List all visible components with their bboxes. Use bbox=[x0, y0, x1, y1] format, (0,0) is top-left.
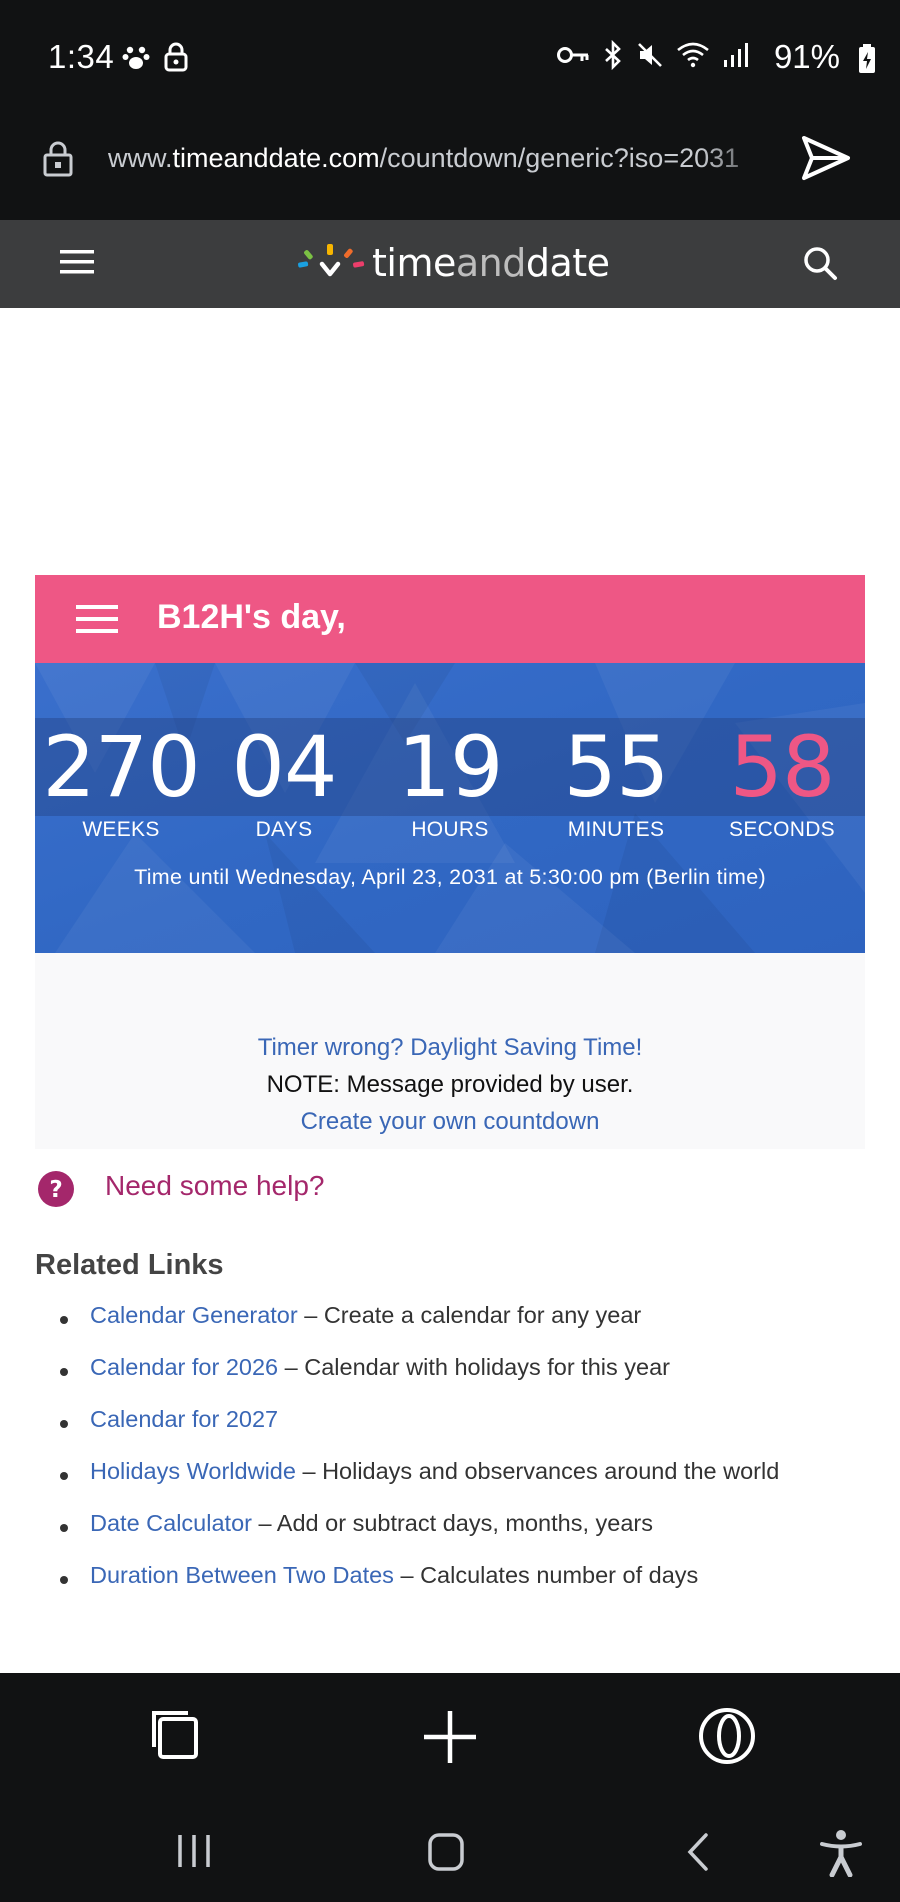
countdown-target-text: Time until Wednesday, April 23, 2031 at … bbox=[134, 865, 766, 889]
hours-value: 19 bbox=[397, 718, 504, 816]
system-nav-bar bbox=[0, 1801, 900, 1902]
site-logo[interactable]: timeanddate bbox=[296, 240, 610, 286]
tabs-icon[interactable] bbox=[146, 1709, 202, 1761]
plus-icon[interactable] bbox=[422, 1709, 478, 1765]
seconds-value: 58 bbox=[729, 718, 836, 816]
url-prefix: www. bbox=[108, 143, 173, 173]
countdown-hours: 19 HOURS bbox=[370, 718, 530, 842]
logo-mark-icon bbox=[296, 240, 366, 286]
user-note: NOTE: Message provided by user. bbox=[266, 1071, 634, 1098]
accessibility-icon[interactable] bbox=[820, 1829, 862, 1877]
note-panel: Timer wrong? Daylight Saving Time! NOTE:… bbox=[35, 953, 865, 1149]
countdown-days: 04 DAYS bbox=[204, 718, 364, 842]
paw-icon bbox=[122, 43, 150, 71]
countdown-seconds: 58 SECONDS bbox=[702, 718, 862, 842]
calendar-generator-link[interactable]: Calendar Generator bbox=[90, 1302, 298, 1328]
days-label: DAYS bbox=[255, 818, 313, 841]
search-icon[interactable] bbox=[802, 245, 838, 281]
secure-lock-icon[interactable] bbox=[42, 140, 74, 178]
opera-icon[interactable] bbox=[698, 1707, 756, 1765]
mute-icon bbox=[636, 41, 664, 69]
date-calculator-link[interactable]: Date Calculator bbox=[90, 1510, 252, 1536]
battery-icon bbox=[858, 44, 876, 74]
minutes-label: MINUTES bbox=[567, 818, 665, 841]
weeks-value: 270 bbox=[42, 718, 200, 816]
help-icon[interactable]: ? bbox=[37, 1170, 75, 1208]
home-icon[interactable] bbox=[428, 1833, 464, 1871]
status-bar: 1:34 91% bbox=[0, 0, 900, 118]
lock-icon bbox=[164, 42, 188, 72]
battery-level: 91% bbox=[773, 38, 840, 75]
recents-icon[interactable] bbox=[176, 1833, 212, 1869]
signal-icon bbox=[722, 42, 752, 68]
logo-text: timeanddate bbox=[372, 241, 610, 285]
url-field[interactable]: www.timeanddate.com/countdown/generic?is… bbox=[108, 143, 768, 174]
status-time: 1:34 bbox=[48, 38, 115, 75]
svg-text:?: ? bbox=[49, 1177, 62, 1203]
countdown-menu-icon[interactable] bbox=[76, 604, 118, 634]
days-value: 04 bbox=[231, 718, 338, 816]
send-icon[interactable] bbox=[800, 134, 852, 182]
browser-toolbar bbox=[0, 1673, 900, 1801]
calendar-2027-link[interactable]: Calendar for 2027 bbox=[90, 1406, 278, 1432]
help-link[interactable]: Need some help? bbox=[105, 1170, 324, 1202]
url-domain: timeanddate.com bbox=[172, 143, 380, 173]
hours-label: HOURS bbox=[411, 818, 489, 841]
url-path: /countdown/generic?iso=2031 bbox=[379, 143, 740, 173]
bluetooth-icon bbox=[602, 40, 624, 70]
countdown-panel: 270 WEEKS 04 DAYS 19 HOURS 55 MINUTES 58… bbox=[35, 663, 865, 953]
key-icon bbox=[556, 44, 590, 66]
create-countdown-link[interactable]: Create your own countdown bbox=[35, 1108, 865, 1136]
countdown-title: B12H's day, bbox=[157, 598, 346, 636]
wifi-icon bbox=[676, 41, 710, 69]
calendar-2026-link[interactable]: Calendar for 2026 bbox=[90, 1354, 278, 1380]
minutes-value: 55 bbox=[563, 718, 670, 816]
weeks-label: WEEKS bbox=[82, 818, 160, 841]
back-icon[interactable] bbox=[684, 1833, 712, 1871]
countdown-weeks: 270 WEEKS bbox=[41, 718, 201, 842]
related-links-title: Related Links bbox=[35, 1249, 224, 1281]
countdown-minutes: 55 MINUTES bbox=[536, 718, 696, 842]
site-menu-icon[interactable] bbox=[60, 248, 94, 276]
dst-link[interactable]: Timer wrong? Daylight Saving Time! bbox=[35, 1034, 865, 1062]
holidays-worldwide-link[interactable]: Holidays Worldwide bbox=[90, 1458, 296, 1484]
seconds-label: SECONDS bbox=[729, 818, 835, 841]
duration-between-dates-link[interactable]: Duration Between Two Dates bbox=[90, 1562, 394, 1588]
